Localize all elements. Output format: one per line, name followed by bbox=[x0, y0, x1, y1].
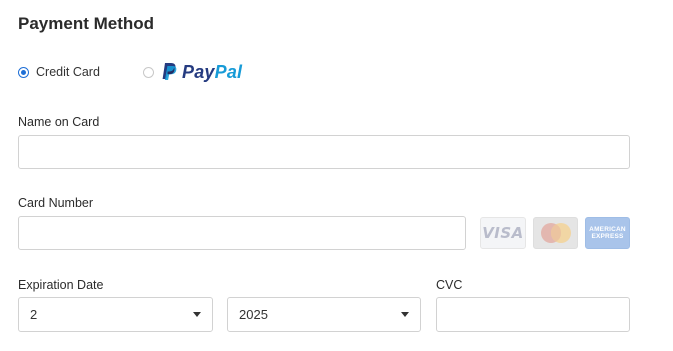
amex-line-1: AMERICAN bbox=[589, 226, 626, 233]
chevron-down-icon bbox=[193, 312, 201, 317]
name-on-card-label: Name on Card bbox=[18, 115, 100, 129]
paypal-p-icon bbox=[162, 63, 177, 80]
expiration-month-select[interactable]: 2 bbox=[18, 297, 213, 332]
card-number-input[interactable] bbox=[18, 216, 466, 250]
credit-card-label: Credit Card bbox=[36, 65, 100, 79]
credit-card-option[interactable]: Credit Card bbox=[18, 60, 100, 84]
amex-logo: AMERICAN EXPRESS bbox=[585, 217, 630, 249]
expiration-date-label: Expiration Date bbox=[18, 278, 104, 292]
chevron-down-icon bbox=[401, 312, 409, 317]
paypal-text-pal: Pal bbox=[214, 61, 243, 82]
mastercard-logo bbox=[533, 217, 578, 249]
amex-line-2: EXPRESS bbox=[591, 233, 624, 240]
payment-method-options: Credit Card PayPal bbox=[18, 60, 318, 84]
cvc-input[interactable] bbox=[436, 297, 630, 332]
credit-card-radio[interactable] bbox=[18, 66, 29, 78]
paypal-text-pay: Pay bbox=[182, 61, 215, 82]
visa-logo-text: VISA bbox=[482, 224, 524, 242]
expiration-year-select[interactable]: 2025 bbox=[227, 297, 421, 332]
expiration-month-value: 2 bbox=[30, 307, 38, 322]
page-title: Payment Method bbox=[18, 14, 155, 33]
payment-method-form: Payment Method Credit Card PayPal Name o… bbox=[0, 0, 673, 351]
name-on-card-input[interactable] bbox=[18, 135, 630, 169]
paypal-radio[interactable] bbox=[143, 66, 154, 78]
card-number-label: Card Number bbox=[18, 196, 94, 210]
visa-logo: VISA bbox=[480, 217, 526, 249]
mastercard-circles-icon bbox=[540, 223, 571, 243]
paypal-logo: PayPal bbox=[161, 62, 242, 83]
paypal-option[interactable]: PayPal bbox=[143, 60, 242, 84]
cvc-label: CVC bbox=[436, 278, 463, 292]
expiration-year-value: 2025 bbox=[239, 307, 268, 322]
